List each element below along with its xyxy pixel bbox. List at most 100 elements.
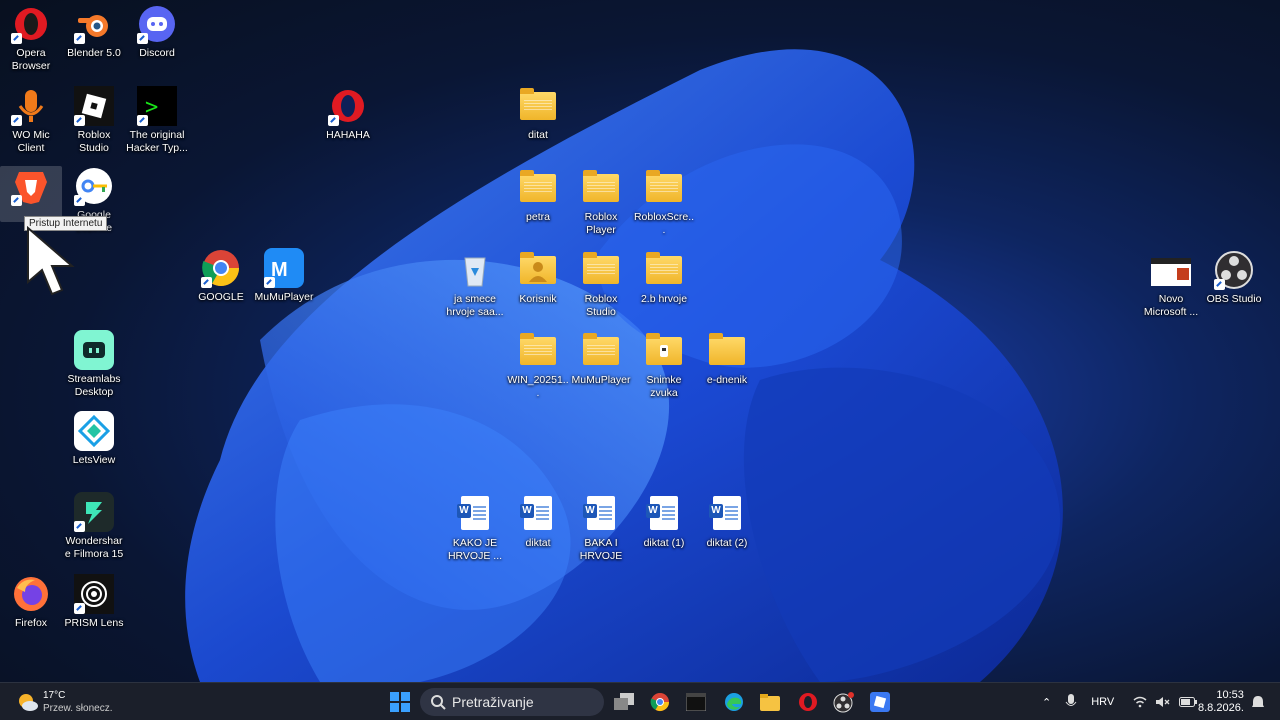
weather-widget[interactable]: 17°C Przew. słonecz.: [16, 689, 112, 715]
icon-label: diktat (1): [643, 537, 685, 549]
roblox-studio-icon: [870, 692, 890, 712]
weather-temperature: 17°C: [43, 690, 66, 701]
icon-label: Opera Browser: [11, 47, 51, 72]
icon-label: ditat: [528, 129, 548, 141]
desktop-icon-obs-studio[interactable]: OBS Studio: [1203, 250, 1265, 306]
desktop-icon-streamlabs[interactable]: Streamlabs Desktop: [63, 330, 125, 399]
weather-description: Przew. słonecz.: [43, 703, 113, 714]
folder-e-dnenik[interactable]: e-dnenik: [696, 331, 758, 387]
folder-2b-hrvoje[interactable]: 2.b hrvoje: [633, 250, 695, 306]
folder-petra[interactable]: petra: [507, 168, 569, 224]
folder-icon: [583, 252, 619, 284]
desktop-icon-hahaha[interactable]: HAHAHA: [317, 86, 379, 142]
word-document-icon: W: [583, 496, 615, 530]
shortcut-arrow-icon: [74, 195, 85, 206]
icon-label: Blender 5.0: [67, 47, 121, 59]
desktop-icon-filmora[interactable]: Wondershare Filmora 15: [63, 492, 125, 561]
shortcut-arrow-icon: [137, 33, 148, 44]
desktop-icon-blender[interactable]: Blender 5.0: [63, 4, 125, 60]
clock-date: 8.8.2026.: [1198, 702, 1244, 714]
icon-label: 2.b hrvoje: [640, 293, 688, 305]
doc-baka-i-hrvoje[interactable]: W BAKA I HRVOJE: [570, 494, 632, 563]
mouse-pointer-icon: [27, 226, 75, 296]
taskbar-chrome[interactable]: [646, 688, 674, 716]
edge-icon: [725, 693, 743, 711]
doc-kako-je-hrvoje[interactable]: W KAKO JE HRVOJE ...: [444, 494, 506, 563]
shortcut-arrow-icon: [264, 277, 275, 288]
desktop-icon-novo-microsoft[interactable]: Novo Microsoft ...: [1140, 250, 1202, 319]
folder-korisnik[interactable]: Korisnik: [507, 250, 569, 306]
folder-win-2025[interactable]: WIN_20251...: [507, 331, 569, 400]
doc-diktat[interactable]: W diktat: [507, 494, 569, 550]
clock[interactable]: 10:53 8.8.2026.: [1198, 683, 1244, 720]
icon-label: diktat (2): [706, 537, 748, 549]
word-document-icon: W: [520, 496, 552, 530]
icon-label: Snimke zvuka: [646, 374, 682, 399]
terminal-icon: [686, 693, 706, 711]
desktop-icon-opera[interactable]: Opera Browser: [0, 4, 62, 73]
desktop-icon-hacker-typer[interactable]: > The original Hacker Typ...: [126, 86, 188, 155]
folder-roblox-screenshots[interactable]: RobloxScre...: [633, 168, 695, 237]
folder-icon: [709, 333, 745, 365]
shortcut-arrow-icon: [74, 603, 85, 614]
taskbar-terminal[interactable]: [682, 688, 710, 716]
microphone-icon[interactable]: [1065, 694, 1077, 710]
icon-label: diktat: [525, 537, 551, 549]
taskbar-obs[interactable]: [830, 688, 858, 716]
icon-label: GOOGLE: [198, 291, 244, 303]
icon-label: e-dnenik: [706, 374, 748, 386]
start-button[interactable]: [386, 688, 414, 716]
word-document-icon: W: [646, 496, 678, 530]
icon-label: petra: [526, 211, 550, 223]
folder-icon: [583, 333, 619, 365]
shortcut-arrow-icon: [74, 33, 85, 44]
desktop-icon-mumuplayer[interactable]: M MuMuPlayer: [253, 248, 315, 304]
icon-label: The original Hacker Typ...: [126, 129, 188, 154]
folder-roblox-player[interactable]: Roblox Player: [570, 168, 632, 237]
taskbar-edge[interactable]: [720, 688, 748, 716]
desktop-icon-brave[interactable]: [0, 166, 62, 222]
quick-settings[interactable]: [1133, 683, 1197, 720]
desktop-icon-google[interactable]: GOOGLE: [190, 248, 252, 304]
folder-mumuplayer[interactable]: MuMuPlayer: [570, 331, 632, 387]
taskbar-roblox-studio[interactable]: [866, 688, 894, 716]
icon-label: LetsView: [72, 454, 116, 466]
chevron-up-icon[interactable]: ⌃: [1042, 696, 1051, 709]
folder-roblox-studio[interactable]: Roblox Studio: [570, 250, 632, 319]
clock-time: 10:53: [1216, 689, 1244, 701]
desktop-icon-roblox-studio[interactable]: Roblox Studio: [63, 86, 125, 155]
notifications-button[interactable]: [1248, 688, 1268, 716]
shortcut-arrow-icon: [137, 115, 148, 126]
desktop-icon-discord[interactable]: Discord: [126, 4, 188, 60]
doc-diktat-2[interactable]: W diktat (2): [696, 494, 758, 550]
battery-icon: [1179, 697, 1197, 707]
desktop-icon-letsview[interactable]: LetsView: [63, 411, 125, 467]
doc-diktat-1[interactable]: W diktat (1): [633, 494, 695, 550]
taskbar-opera[interactable]: [794, 688, 822, 716]
desktop-icon-wo-mic[interactable]: WO Mic Client: [0, 86, 62, 155]
icon-label: Wondershare Filmora 15: [64, 535, 124, 560]
desktop-icon-prism-lens[interactable]: PRISM Lens: [63, 574, 125, 630]
language-indicator[interactable]: HRV: [1091, 696, 1114, 708]
search-placeholder: Pretraživanje: [452, 694, 534, 710]
icon-label: HAHAHA: [326, 129, 370, 141]
icon-label: WO Mic Client: [12, 129, 50, 154]
taskbar-task-view[interactable]: [610, 688, 638, 716]
shortcut-arrow-icon: [74, 115, 85, 126]
letsview-icon: [74, 411, 114, 451]
windows-logo-icon: [390, 692, 410, 712]
desktop-icon-firefox[interactable]: Firefox: [0, 574, 62, 630]
folder-ditat[interactable]: ditat: [507, 86, 569, 142]
taskbar-search-box[interactable]: Pretraživanje: [420, 688, 604, 716]
icon-label: Firefox: [14, 617, 48, 629]
folder-snimke-zvuka[interactable]: Snimke zvuka: [633, 331, 695, 400]
taskbar-file-explorer[interactable]: [756, 688, 784, 716]
desktop-icon-recycle-bin[interactable]: ja smece hrvoje saa...: [444, 250, 506, 319]
search-icon: [431, 695, 446, 710]
sun-cloud-icon: [19, 694, 38, 711]
volume-muted-icon: [1156, 697, 1170, 707]
folder-icon: [583, 170, 619, 202]
powerpoint-document-icon: [1151, 258, 1191, 286]
icon-label: Roblox Player: [584, 211, 618, 236]
icon-label: Discord: [139, 47, 175, 59]
